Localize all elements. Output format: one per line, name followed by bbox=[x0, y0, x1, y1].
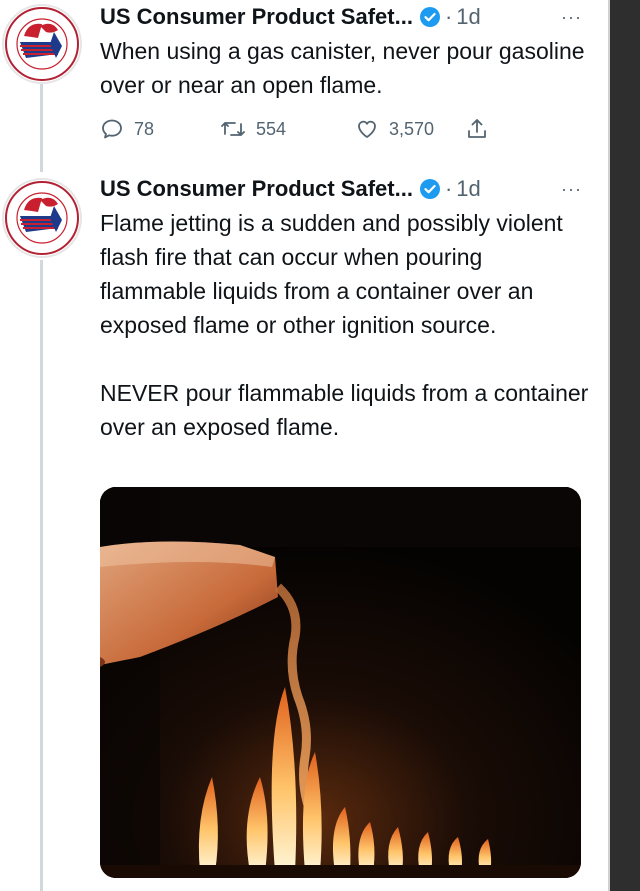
share-button[interactable] bbox=[465, 117, 489, 141]
tweet-paragraph: NEVER pour flammable liquids from a cont… bbox=[100, 380, 589, 440]
tweet-text: When using a gas canister, never pour ga… bbox=[100, 38, 585, 98]
tweet-text: Flame jetting is a sudden and possibly v… bbox=[100, 206, 590, 444]
share-icon bbox=[468, 119, 486, 138]
tweet-actions: 78 554 3,570 bbox=[100, 113, 490, 145]
retweet-button[interactable]: 554 bbox=[220, 117, 355, 141]
author-name[interactable]: US Consumer Product Safet... bbox=[100, 176, 413, 202]
retweet-count: 554 bbox=[256, 118, 287, 139]
verified-badge-icon bbox=[419, 6, 441, 28]
tweet-paragraph: Flame jetting is a sudden and possibly v… bbox=[100, 210, 563, 338]
reply-icon bbox=[102, 119, 122, 139]
cpsc-logo-icon bbox=[5, 181, 79, 255]
separator: · bbox=[444, 4, 453, 29]
separator: · bbox=[444, 176, 453, 201]
more-icon[interactable]: ··· bbox=[561, 179, 590, 200]
tweet-video[interactable] bbox=[100, 487, 581, 878]
tweet[interactable]: US Consumer Product Safet... · 1d ··· Wh… bbox=[100, 0, 590, 102]
reply-count: 78 bbox=[134, 118, 155, 139]
like-icon bbox=[358, 120, 376, 138]
avatar[interactable] bbox=[2, 178, 82, 258]
tweet-header: US Consumer Product Safet... · 1d ··· bbox=[100, 172, 590, 206]
tweet[interactable]: US Consumer Product Safet... · 1d ··· Fl… bbox=[100, 172, 590, 444]
more-icon[interactable]: ··· bbox=[561, 7, 590, 28]
timestamp[interactable]: 1d bbox=[456, 176, 480, 202]
thread-connector-line bbox=[40, 82, 43, 172]
flame-video-frame bbox=[100, 487, 581, 878]
avatar[interactable] bbox=[2, 4, 82, 84]
like-count: 3,570 bbox=[389, 118, 435, 139]
reply-button[interactable]: 78 bbox=[100, 117, 220, 141]
retweet-icon bbox=[221, 122, 245, 136]
verified-badge-icon bbox=[419, 178, 441, 200]
like-button[interactable]: 3,570 bbox=[355, 117, 465, 141]
tweet-header: US Consumer Product Safet... · 1d ··· bbox=[100, 0, 590, 34]
author-name[interactable]: US Consumer Product Safet... bbox=[100, 4, 413, 30]
window-edge bbox=[610, 0, 640, 891]
cpsc-logo-icon bbox=[5, 7, 79, 81]
thread-connector-line-lower bbox=[40, 260, 43, 891]
timestamp[interactable]: 1d bbox=[456, 4, 480, 30]
